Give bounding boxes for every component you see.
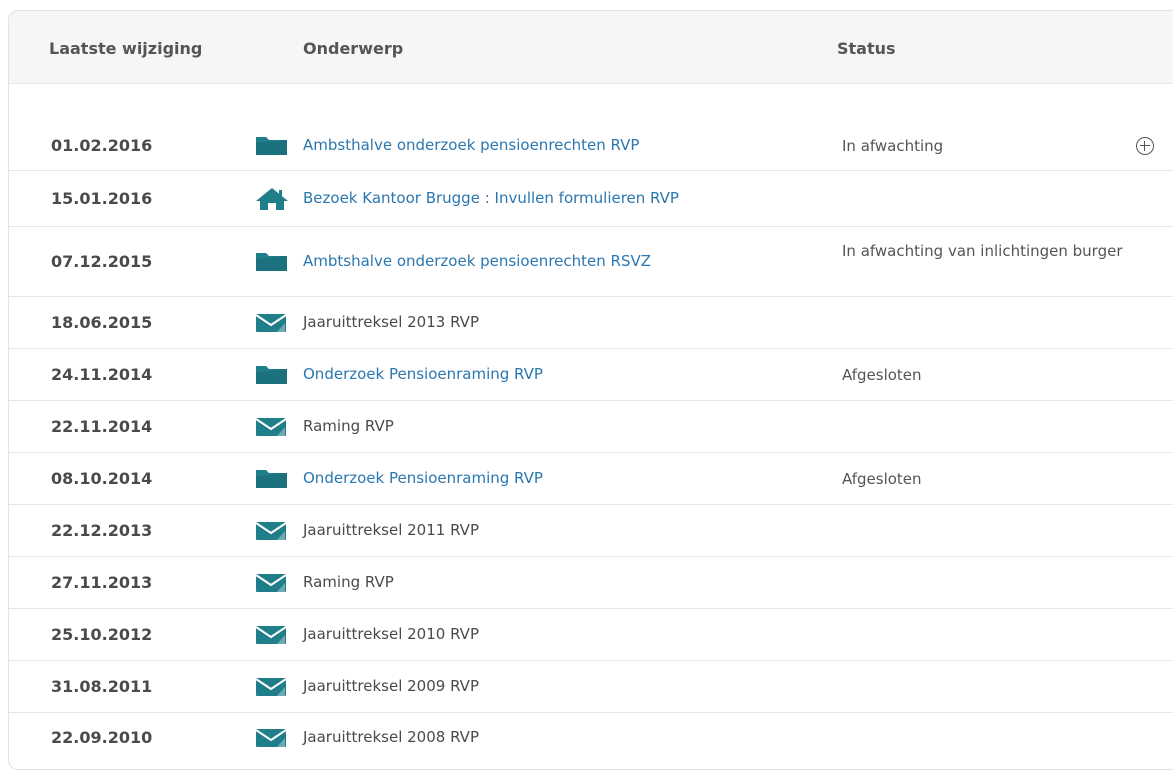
row-status: In afwachting bbox=[842, 137, 944, 155]
envelope-icon bbox=[255, 571, 289, 593]
table-row: 22.09.2010 Jaaruittreksel 2008 RVP bbox=[9, 713, 1173, 763]
row-status: In afwachting van inlichtingen burger bbox=[842, 242, 1123, 260]
table-row: 22.11.2014 Raming RVP bbox=[9, 401, 1173, 453]
envelope-icon bbox=[255, 726, 289, 748]
table-row: 24.11.2014 Onderzoek Pensioenraming RVP Af… bbox=[9, 349, 1173, 401]
row-subject-link[interactable]: Onderzoek Pensioenraming RVP bbox=[303, 365, 543, 383]
envelope-icon bbox=[255, 623, 289, 645]
row-subject: Jaaruittreksel 2010 RVP bbox=[303, 625, 479, 643]
row-date: 15.01.2016 bbox=[51, 189, 153, 208]
table-row: 18.06.2015 Jaaruittreksel 2013 RVP bbox=[9, 297, 1173, 349]
envelope-icon bbox=[255, 675, 289, 697]
table-row: 08.10.2014 Onderzoek Pensioenraming RVP Af… bbox=[9, 453, 1173, 505]
row-subject: Jaaruittreksel 2009 RVP bbox=[303, 677, 479, 695]
row-date: 27.11.2013 bbox=[51, 573, 153, 592]
row-date: 07.12.2015 bbox=[51, 252, 153, 271]
folder-icon bbox=[255, 363, 289, 385]
house-icon bbox=[255, 187, 289, 210]
table-row: 22.12.2013 Jaaruittreksel 2011 RVP bbox=[9, 505, 1173, 557]
envelope-icon bbox=[255, 311, 289, 333]
row-subject: Jaaruittreksel 2008 RVP bbox=[303, 728, 479, 746]
row-subject: Raming RVP bbox=[303, 573, 394, 591]
column-header-subject[interactable]: Onderwerp bbox=[303, 39, 403, 58]
row-subject: Raming RVP bbox=[303, 417, 394, 435]
row-subject-link[interactable]: Ambtshalve onderzoek pensioenrechten RSV… bbox=[303, 252, 651, 270]
column-header-status[interactable]: Status bbox=[837, 39, 896, 58]
expand-plus-icon[interactable] bbox=[1136, 137, 1154, 155]
row-subject: Jaaruittreksel 2011 RVP bbox=[303, 521, 479, 539]
row-date: 08.10.2014 bbox=[51, 469, 153, 488]
row-subject-link[interactable]: Ambsthalve onderzoek pensioenrechten RVP bbox=[303, 136, 639, 154]
row-subject-link[interactable]: Onderzoek Pensioenraming RVP bbox=[303, 469, 543, 487]
row-date: 25.10.2012 bbox=[51, 625, 153, 644]
row-date: 22.12.2013 bbox=[51, 521, 153, 540]
envelope-icon bbox=[255, 415, 289, 437]
row-date: 01.02.2016 bbox=[51, 136, 153, 155]
row-status: Afgesloten bbox=[842, 366, 922, 384]
row-date: 18.06.2015 bbox=[51, 313, 153, 332]
dossier-table: Laatste wijziging Onderwerp Status 01.02… bbox=[8, 10, 1173, 770]
table-row: 25.10.2012 Jaaruittreksel 2010 RVP bbox=[9, 609, 1173, 661]
table-row: 01.02.2016 Ambsthalve onderzoek pensioenr… bbox=[9, 121, 1173, 171]
row-date: 22.11.2014 bbox=[51, 417, 153, 436]
envelope-icon bbox=[255, 519, 289, 541]
folder-icon bbox=[255, 134, 289, 156]
table-row: 07.12.2015 Ambtshalve onderzoek pensioenr… bbox=[9, 227, 1173, 297]
row-date: 24.11.2014 bbox=[51, 365, 153, 384]
table-row: 27.11.2013 Raming RVP bbox=[9, 557, 1173, 609]
row-subject-link[interactable]: Bezoek Kantoor Brugge : Invullen formuli… bbox=[303, 189, 679, 207]
row-date: 22.09.2010 bbox=[51, 728, 153, 747]
table-header: Laatste wijziging Onderwerp Status bbox=[9, 11, 1173, 84]
folder-icon bbox=[255, 250, 289, 272]
folder-icon bbox=[255, 467, 289, 489]
table-row: 15.01.2016 Bezoek Kantoor Brugge : Invull… bbox=[9, 171, 1173, 227]
table-row: 31.08.2011 Jaaruittreksel 2009 RVP bbox=[9, 661, 1173, 713]
row-date: 31.08.2011 bbox=[51, 677, 153, 696]
row-subject: Jaaruittreksel 2013 RVP bbox=[303, 313, 479, 331]
row-status: Afgesloten bbox=[842, 470, 922, 488]
column-header-last-change[interactable]: Laatste wijziging bbox=[49, 39, 202, 58]
